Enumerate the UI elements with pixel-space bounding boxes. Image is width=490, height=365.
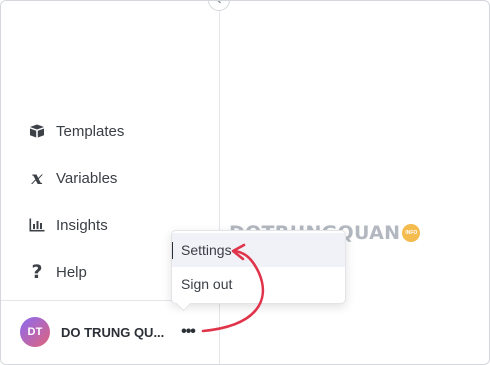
avatar-initials: DT: [27, 326, 43, 338]
chevron-icon: [217, 1, 221, 4]
account-menu: Settings Sign out: [171, 230, 346, 304]
box-icon: [26, 120, 48, 142]
user-name: DO TRUNG QU...: [61, 324, 165, 340]
sidebar: Templates x Variables Insights ? Help DT…: [1, 1, 220, 364]
bar-chart-icon: [26, 214, 48, 236]
more-options-button[interactable]: •••: [178, 323, 198, 341]
user-profile[interactable]: DT DO TRUNG QU... •••: [20, 317, 210, 347]
sidebar-item-help[interactable]: ? Help: [26, 260, 87, 284]
menu-item-label: Settings: [181, 242, 232, 258]
menu-item-sign-out[interactable]: Sign out: [172, 267, 345, 301]
text-cursor: [172, 242, 173, 259]
avatar[interactable]: DT: [20, 317, 50, 347]
sidebar-item-label: Variables: [56, 169, 118, 187]
sidebar-item-variables[interactable]: x Variables: [26, 166, 117, 190]
sidebar-item-insights[interactable]: Insights: [26, 213, 108, 237]
menu-item-label: Sign out: [181, 276, 233, 292]
sidebar-item-label: Help: [56, 263, 87, 281]
sidebar-item-label: Insights: [56, 216, 108, 234]
menu-item-settings[interactable]: Settings: [172, 233, 345, 267]
app-window: Templates x Variables Insights ? Help DT…: [0, 0, 490, 365]
variable-icon: x: [31, 166, 43, 189]
sidebar-item-templates[interactable]: Templates: [26, 119, 124, 143]
question-icon: ?: [31, 260, 43, 283]
more-horizontal-icon: •••: [181, 323, 196, 340]
sidebar-item-label: Templates: [56, 122, 125, 140]
watermark-badge: INFO: [402, 224, 421, 242]
